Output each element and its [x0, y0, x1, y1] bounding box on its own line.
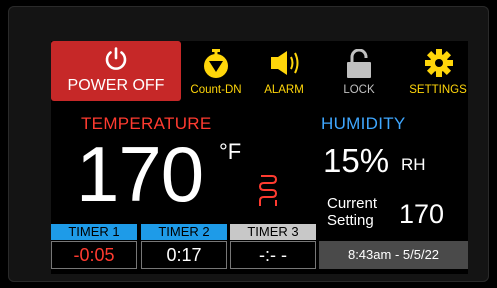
datetime-display: 8:43am - 5/5/22 — [319, 241, 468, 269]
temperature-value[interactable]: 170 — [76, 129, 204, 219]
timer-1-value[interactable]: -0:05 — [51, 241, 137, 269]
humidity-unit: RH — [401, 155, 426, 174]
settings-label: SETTINGS — [409, 84, 467, 96]
stopwatch-icon — [204, 49, 228, 78]
lock-button[interactable]: LOCK — [334, 41, 384, 101]
countdown-button[interactable]: Count-DN — [185, 41, 247, 101]
current-setting-line-2: Setting — [327, 212, 374, 229]
touch-screen: POWER OFF Count-DN ALARM LOCK SETTINGS T… — [51, 41, 468, 274]
lock-label: LOCK — [343, 84, 375, 96]
humidity-value[interactable]: 15% — [323, 142, 389, 180]
current-setting-line-1: Current — [327, 195, 378, 212]
power-off-button[interactable]: POWER OFF — [51, 41, 181, 101]
current-setting-label: Current Setting — [327, 195, 377, 229]
settings-button[interactable]: SETTINGS — [408, 41, 468, 101]
padlock-icon — [347, 49, 371, 78]
timer-3-value[interactable]: -:- - — [230, 241, 316, 269]
timer-3-tab[interactable]: TIMER 3 — [230, 224, 316, 240]
heater-coil-icon — [258, 175, 278, 206]
alarm-button[interactable]: ALARM — [259, 41, 309, 101]
humidity-label: HUMIDITY — [321, 114, 406, 133]
temperature-unit: °F — [219, 139, 242, 164]
power-icon — [105, 47, 127, 70]
current-setting-value: 170 — [399, 199, 445, 229]
speaker-icon — [271, 51, 299, 75]
timer-2-value[interactable]: 0:17 — [141, 241, 227, 269]
timer-2-tab[interactable]: TIMER 2 — [141, 224, 227, 240]
countdown-label: Count-DN — [190, 84, 242, 96]
gear-icon — [425, 49, 453, 77]
timer-1-tab[interactable]: TIMER 1 — [51, 224, 137, 240]
power-off-label: POWER OFF — [67, 77, 165, 94]
alarm-label: ALARM — [264, 84, 304, 96]
